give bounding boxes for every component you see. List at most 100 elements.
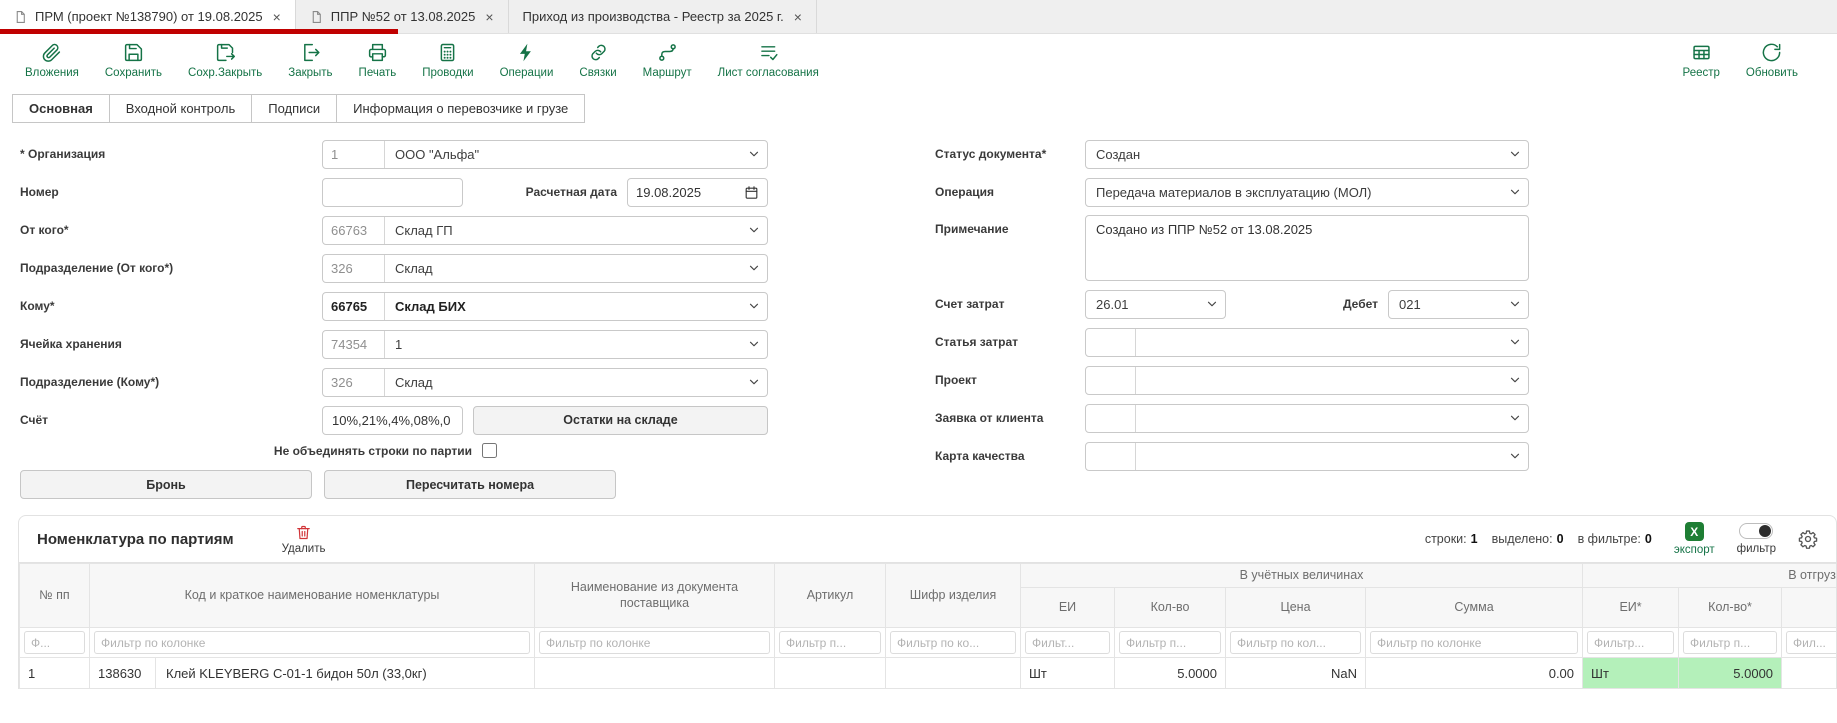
toolbar-save-close-button[interactable]: Сохр.Закрыть: [175, 42, 275, 79]
column-filter-input[interactable]: [1683, 631, 1777, 654]
group-header-accounting-units: В учётных величинах: [1021, 564, 1583, 588]
field-account: Счёт Остатки на складе: [20, 405, 768, 435]
no-merge-label: Не объединять строки по партии: [20, 444, 472, 458]
organization-combobox[interactable]: 1 ООО "Альфа": [322, 140, 768, 169]
cost-account-combobox[interactable]: 26.01: [1085, 290, 1226, 319]
reserve-button[interactable]: Бронь: [20, 470, 312, 499]
lightning-icon: [516, 42, 537, 63]
field-no-merge-by-batch: Не объединять строки по партии: [20, 443, 768, 458]
tab-close-icon[interactable]: ×: [485, 10, 493, 24]
cell-ship-qty[interactable]: 5.0000: [1679, 658, 1782, 689]
project-combobox[interactable]: [1085, 366, 1529, 395]
cost-account-value: 26.01: [1086, 297, 1199, 312]
toolbar-refresh-button[interactable]: Обновить: [1733, 42, 1811, 79]
tab-input-control[interactable]: Входной контроль: [109, 94, 252, 123]
to-combobox[interactable]: 66765 Склад БИХ: [322, 292, 768, 321]
tab-close-icon[interactable]: ×: [273, 10, 281, 24]
cell-qty[interactable]: 5.0000: [1115, 658, 1226, 689]
from-code: 66763: [323, 217, 385, 244]
recalculate-numbers-button[interactable]: Пересчитать номера: [324, 470, 616, 499]
delete-row-button[interactable]: Удалить: [282, 524, 326, 555]
note-textarea[interactable]: Создано из ППР №52 от 13.08.2025: [1085, 215, 1529, 281]
toolbar-registry-button[interactable]: Реестр: [1670, 42, 1733, 79]
column-filter-input[interactable]: [1786, 631, 1837, 654]
column-filter-input[interactable]: [1230, 631, 1361, 654]
toolbar-links-button[interactable]: Связки: [566, 42, 629, 79]
department-to-code: 326: [323, 369, 385, 396]
field-department-from: Подразделение (От кого*) 326 Склад: [20, 253, 768, 283]
tab-main[interactable]: Основная: [12, 94, 110, 123]
calc-date-input[interactable]: 19.08.2025: [627, 178, 768, 207]
cell-num[interactable]: 1: [20, 658, 90, 689]
export-excel-button[interactable]: X экспорт: [1674, 522, 1715, 556]
from-combobox[interactable]: 66763 Склад ГП: [322, 216, 768, 245]
cell-unit[interactable]: Шт: [1021, 658, 1115, 689]
toolbar-postings-button[interactable]: Проводки: [409, 42, 486, 79]
calculator-icon: [437, 42, 458, 63]
toolbar-attachments-button[interactable]: Вложения: [12, 42, 92, 79]
rows-count: 1: [1471, 532, 1478, 546]
column-filter-input[interactable]: [1119, 631, 1221, 654]
no-merge-checkbox[interactable]: [482, 443, 497, 458]
operation-combobox[interactable]: Передача материалов в эксплуатацию (МОЛ): [1085, 178, 1529, 207]
toolbar-approval-sheet-button[interactable]: Лист согласования: [705, 42, 832, 79]
document-icon: [14, 10, 27, 24]
department-to-combobox[interactable]: 326 Склад: [322, 368, 768, 397]
toolbar-route-button[interactable]: Маршрут: [630, 42, 705, 79]
cell-ship-unit[interactable]: Шт: [1583, 658, 1679, 689]
chevron-down-icon: [1502, 298, 1528, 310]
client-request-label: Заявка от клиента: [935, 411, 1085, 425]
status-label: Статус документа*: [935, 147, 1085, 161]
cell-article[interactable]: [775, 658, 886, 689]
toolbar-save-button[interactable]: Сохранить: [92, 42, 175, 79]
toolbar-print-button[interactable]: Печать: [346, 42, 410, 79]
debit-value: 021: [1389, 297, 1502, 312]
cell-product-code[interactable]: [886, 658, 1021, 689]
column-header-product-code: Шифр изделия: [886, 564, 1021, 628]
cell-cutoff[interactable]: [1782, 658, 1837, 689]
column-filter-input[interactable]: [1025, 631, 1110, 654]
tab-signatures[interactable]: Подписи: [251, 94, 337, 123]
calc-date-value: 19.08.2025: [636, 185, 744, 200]
account-input[interactable]: [322, 406, 463, 435]
to-label: Кому*: [20, 299, 322, 313]
cost-item-combobox[interactable]: [1085, 328, 1529, 357]
toggle-switch-icon[interactable]: [1739, 523, 1773, 539]
column-filter-input[interactable]: [1370, 631, 1578, 654]
field-cost-item: Статья затрат: [935, 327, 1529, 357]
note-label: Примечание: [935, 215, 1085, 236]
tab-carrier-cargo-info[interactable]: Информация о перевозчике и грузе: [336, 94, 585, 123]
quality-card-combobox[interactable]: [1085, 442, 1529, 471]
tab-close-icon[interactable]: ×: [794, 10, 802, 24]
column-filter-input[interactable]: [890, 631, 1016, 654]
stock-remainders-button[interactable]: Остатки на складе: [473, 406, 768, 435]
cell-sum[interactable]: 0.00: [1366, 658, 1583, 689]
column-filter-input[interactable]: [1587, 631, 1674, 654]
status-combobox[interactable]: Создан: [1085, 140, 1529, 169]
storage-cell-combobox[interactable]: 74354 1: [322, 330, 768, 359]
column-filter-input[interactable]: [24, 631, 85, 654]
operation-value: Передача материалов в эксплуатацию (МОЛ): [1086, 185, 1502, 200]
toolbar-close-button[interactable]: Закрыть: [275, 42, 345, 79]
client-request-combobox[interactable]: [1085, 404, 1529, 433]
column-header-sum: Сумма: [1366, 588, 1583, 628]
column-filter-input[interactable]: [539, 631, 770, 654]
cell-price[interactable]: NaN: [1226, 658, 1366, 689]
department-from-combobox[interactable]: 326 Склад: [322, 254, 768, 283]
field-to: Кому* 66765 Склад БИХ: [20, 291, 768, 321]
chevron-down-icon: [741, 376, 767, 388]
cell-supplier-name[interactable]: [535, 658, 775, 689]
number-input[interactable]: [322, 178, 463, 207]
debit-combobox[interactable]: 021: [1388, 290, 1529, 319]
quality-card-label: Карта качества: [935, 449, 1085, 463]
toolbar-operations-button[interactable]: Операции: [487, 42, 567, 79]
column-filter-input[interactable]: [779, 631, 881, 654]
operation-label: Операция: [935, 185, 1085, 199]
filter-toggle[interactable]: фильтр: [1737, 523, 1776, 555]
printer-icon: [367, 42, 388, 63]
grid-settings-button[interactable]: [1798, 529, 1818, 549]
browser-tab-registry[interactable]: Приход из производства - Реестр за 2025 …: [509, 0, 817, 33]
column-filter-input[interactable]: [94, 631, 530, 654]
cell-code-name[interactable]: 138630 Клей KLEYBERG С-01-1 бидон 50л (3…: [90, 658, 535, 689]
table-row[interactable]: 1 138630 Клей KLEYBERG С-01-1 бидон 50л …: [20, 658, 1837, 689]
